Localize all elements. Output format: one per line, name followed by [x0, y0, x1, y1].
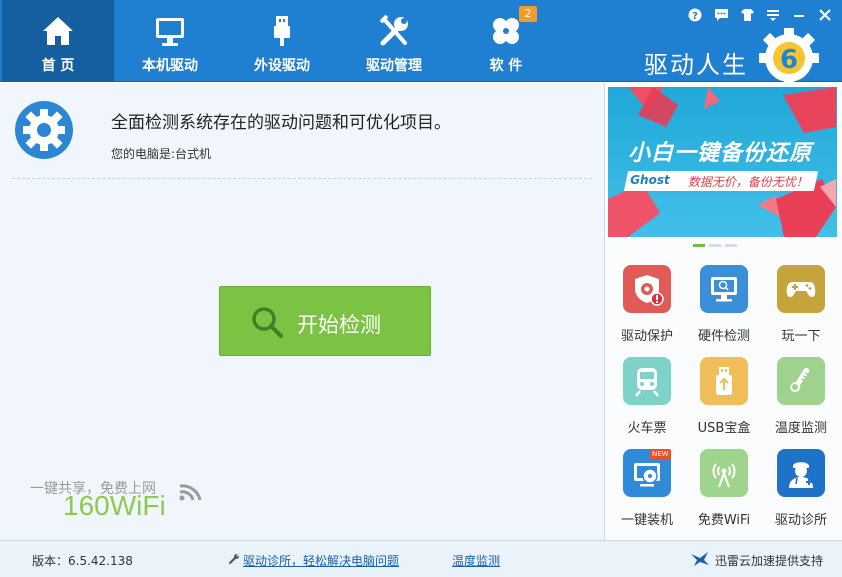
search-icon	[252, 307, 283, 338]
usb-drive-icon	[700, 357, 748, 405]
banner-dot-1[interactable]	[693, 244, 705, 247]
shield-gear-icon	[623, 265, 671, 313]
banner-tagline: Ghost 数据无价，备份无忧！	[623, 171, 819, 191]
train-icon	[623, 357, 671, 405]
tab-driver-management[interactable]: 驱动管理	[338, 0, 450, 82]
status-bar: 版本：6.5.42.138 驱动诊所，轻松解决电脑问题 温度监测 迅雷云加速提供…	[0, 540, 842, 577]
banner-ghost-tag: Ghost	[630, 173, 670, 187]
gamepad-icon	[777, 265, 825, 313]
wifi-promo-brand: 160WiFi	[63, 490, 166, 521]
tab-software[interactable]: 软 件	[450, 0, 562, 82]
tool-free-wifi[interactable]: 免费WiFi	[687, 443, 761, 533]
tool-driver-protect-label: 驱动保护	[620, 329, 673, 344]
banner-pager	[693, 244, 737, 247]
computer-type-text: 您的电脑是:台式机	[111, 147, 212, 161]
scan-headline: 全面检测系统存在的驱动问题和可优化项目。	[111, 113, 451, 133]
right-panel: 小白一键备份还原 Ghost 数据无价，备份无忧！ 驱动保护 硬件检测 玩一下 …	[604, 83, 842, 540]
monitor-icon	[156, 18, 184, 46]
main-panel: 全面检测系统存在的驱动问题和可优化项目。 您的电脑是:台式机 开始检测 一键共享…	[0, 83, 604, 540]
promo-banner[interactable]: 小白一键备份还原 Ghost 数据无价，备份无忧！	[608, 87, 837, 237]
tab-home-label: 首 页	[41, 58, 75, 74]
xunlei-bird-icon	[691, 552, 709, 566]
divider	[12, 178, 592, 179]
software-update-badge: 2	[519, 6, 537, 22]
tool-usb-box[interactable]: USB宝盒	[687, 351, 761, 441]
tab-driver-management-label: 驱动管理	[366, 58, 422, 74]
menu-icon[interactable]	[764, 6, 782, 24]
banner-slogan: 数据无价，备份无忧！	[687, 175, 808, 189]
xunlei-credit: 迅雷云加速提供支持	[690, 552, 823, 569]
tab-peripheral-drivers-label: 外设驱动	[254, 58, 310, 74]
brand-logo-gear-icon: 6	[759, 28, 819, 84]
tab-local-drivers-label: 本机驱动	[142, 58, 198, 74]
tool-free-wifi-label: 免费WiFi	[697, 513, 751, 528]
tool-one-click-install[interactable]: NEW 一键装机	[610, 443, 684, 533]
skin-icon[interactable]	[738, 6, 756, 24]
wrench-icon	[229, 554, 239, 564]
tool-train-ticket-label: 火车票	[627, 421, 667, 436]
usb-icon	[274, 16, 290, 46]
new-badge: NEW	[650, 449, 671, 459]
driver-clinic-link[interactable]: 驱动诊所，轻松解决电脑问题	[228, 552, 399, 569]
banner-title: 小白一键备份还原	[628, 141, 813, 166]
window-controls: ?	[686, 6, 834, 24]
thermometer-icon	[777, 357, 825, 405]
tab-local-drivers[interactable]: 本机驱动	[114, 0, 226, 82]
top-navigation-bar: 首 页 本机驱动 外设驱动 驱动管理 软 件 2 ? 驱动人生 6	[0, 0, 842, 84]
tool-hardware-check-label: 硬件检测	[697, 329, 750, 344]
tool-play[interactable]: 玩一下	[764, 259, 838, 349]
tool-one-click-install-label: 一键装机	[620, 513, 673, 528]
banner-dot-2[interactable]	[709, 244, 721, 247]
tab-home[interactable]: 首 页	[2, 0, 114, 82]
tool-temperature[interactable]: 温度监测	[764, 351, 838, 441]
tool-driver-clinic-label: 驱动诊所	[774, 513, 827, 528]
temperature-link[interactable]: 温度监测	[452, 552, 500, 569]
minimize-icon[interactable]	[790, 6, 808, 24]
wifi-promo[interactable]: 一键共享，免费上网 160WiFi	[30, 478, 210, 528]
start-scan-button[interactable]: 开始检测	[219, 286, 431, 356]
wifi-tower-icon	[700, 449, 748, 497]
tab-peripheral-drivers[interactable]: 外设驱动	[226, 0, 338, 82]
tab-software-label: 软 件	[489, 58, 523, 74]
close-icon[interactable]	[816, 6, 834, 24]
feedback-icon[interactable]	[712, 6, 730, 24]
home-icon	[43, 17, 73, 45]
tools-icon	[379, 14, 408, 46]
tool-hardware-check[interactable]: 硬件检测	[687, 259, 761, 349]
wifi-signal-icon	[179, 484, 202, 501]
tool-play-label: 玩一下	[781, 329, 821, 344]
banner-dot-3[interactable]	[725, 244, 737, 247]
tool-usb-box-label: USB宝盒	[697, 421, 751, 436]
tool-driver-clinic[interactable]: 驱动诊所	[764, 443, 838, 533]
version-text: 版本：6.5.42.138	[32, 554, 133, 568]
driver-clinic-link-text: 驱动诊所，轻松解决电脑问题	[243, 554, 400, 568]
doctor-icon	[777, 449, 825, 497]
tool-temperature-label: 温度监测	[774, 421, 827, 436]
help-icon[interactable]: ?	[686, 6, 704, 24]
tool-train-ticket[interactable]: 火车票	[610, 351, 684, 441]
brand-logo-digit: 6	[780, 45, 798, 75]
brand-title: 驱动人生	[644, 51, 748, 79]
svg-text:?: ?	[692, 11, 698, 22]
start-scan-label: 开始检测	[297, 313, 381, 337]
detect-gear-icon	[15, 101, 73, 159]
monitor-check-icon	[700, 265, 748, 313]
tool-driver-protect[interactable]: 驱动保护	[610, 259, 684, 349]
